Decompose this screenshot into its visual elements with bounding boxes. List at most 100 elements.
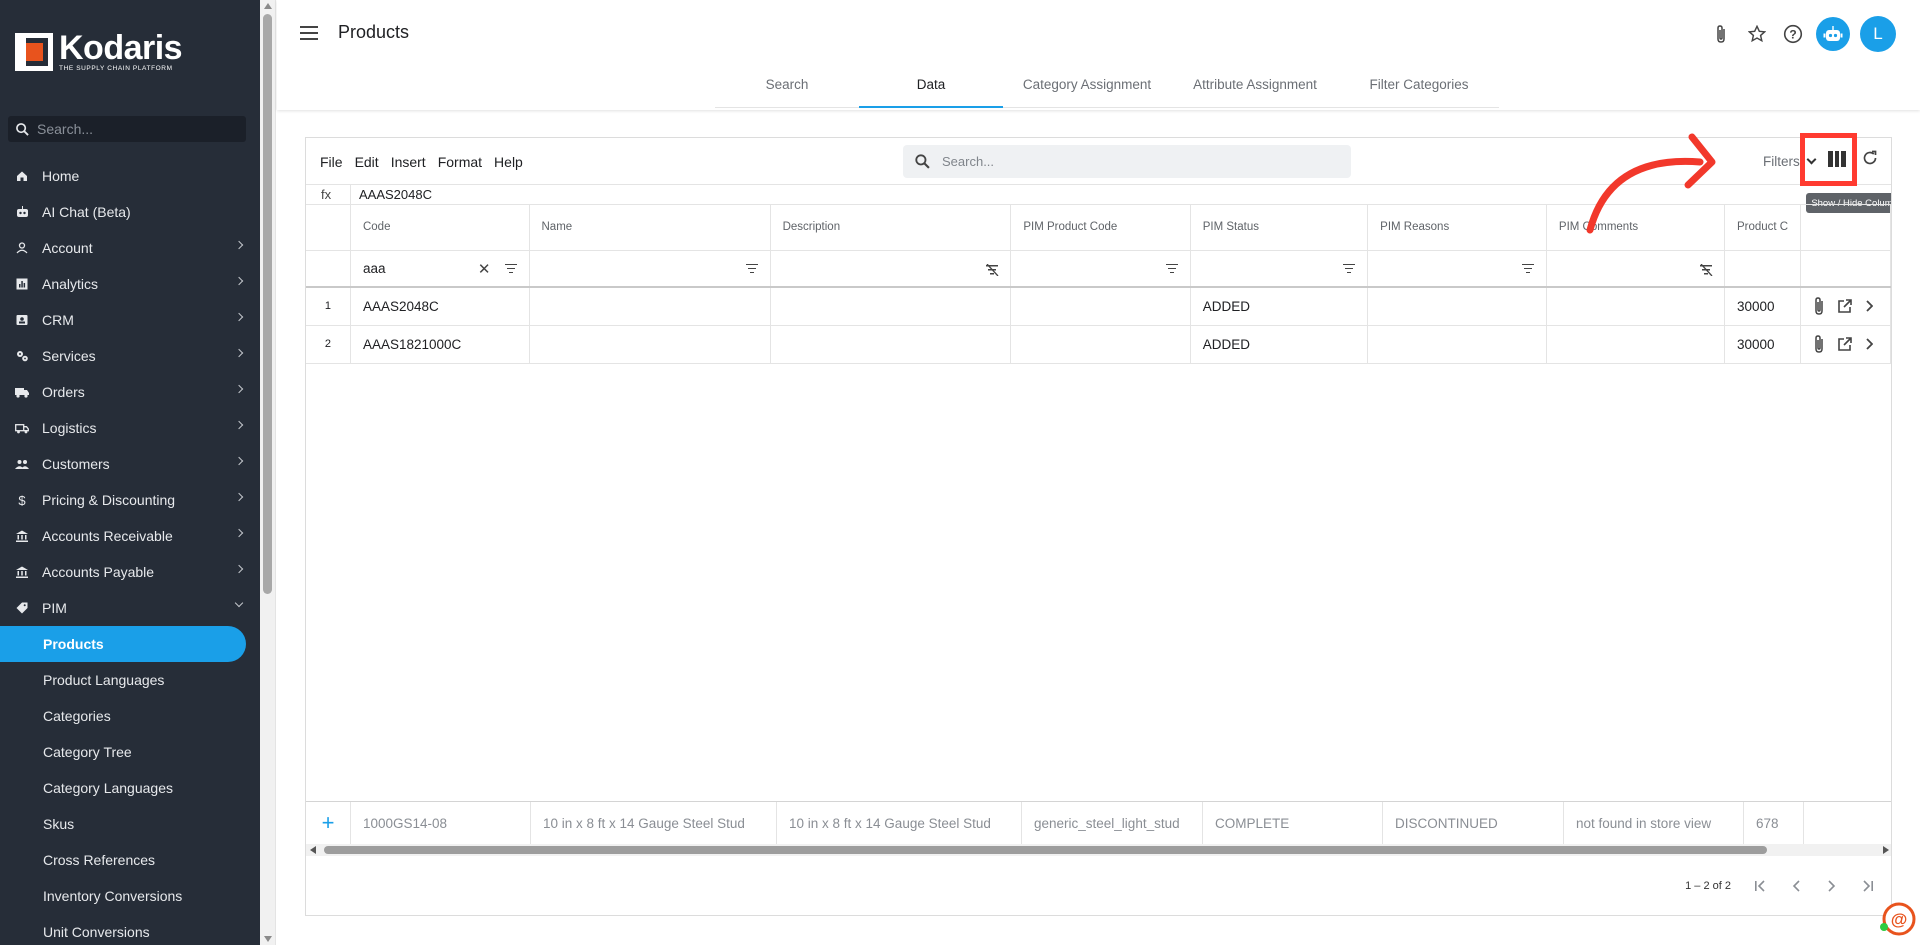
column-header-pim-reasons[interactable]: PIM Reasons	[1367, 205, 1547, 251]
column-header-name[interactable]: Name	[529, 205, 771, 251]
cell-pim-comments[interactable]	[1546, 325, 1725, 364]
chevron-right-icon[interactable]	[1865, 338, 1874, 350]
filter-icon[interactable]	[1521, 263, 1534, 274]
cell-pim-status[interactable]: ADDED	[1190, 287, 1369, 326]
cell-pim-status[interactable]: ADDED	[1190, 325, 1369, 364]
sidebar-scrollbar[interactable]	[260, 0, 276, 945]
formula-value[interactable]: AAAS2048C	[351, 187, 432, 202]
new-row-pim-reasons[interactable]: DISCONTINUED	[1383, 802, 1564, 844]
cell-code[interactable]: AAAS2048C	[350, 287, 530, 326]
open-external-icon[interactable]	[1837, 336, 1853, 352]
new-row-pim-product-code[interactable]: generic_steel_light_stud	[1022, 802, 1203, 844]
column-header-pim-product-code[interactable]: PIM Product Code	[1010, 205, 1191, 251]
sidebar-sub-unit-conversions[interactable]: Unit Conversions	[0, 914, 260, 945]
sidebar-sub-category-tree[interactable]: Category Tree	[0, 734, 260, 770]
filter-description[interactable]	[770, 250, 1012, 288]
column-header-code[interactable]: Code	[350, 205, 530, 251]
support-chat-icon[interactable]: @	[1878, 900, 1916, 938]
grid-horizontal-scrollbar[interactable]	[306, 844, 1891, 856]
menu-insert[interactable]: Insert	[391, 154, 426, 170]
sidebar-item-accounts-payable[interactable]: Accounts Payable	[0, 554, 260, 590]
filter-pim-reasons[interactable]	[1367, 250, 1547, 288]
column-header-description[interactable]: Description	[770, 205, 1012, 251]
new-row-pim-status[interactable]: COMPLETE	[1203, 802, 1383, 844]
sidebar-item-services[interactable]: Services	[0, 338, 260, 374]
filter-code-value[interactable]: aaa	[363, 261, 386, 276]
sidebar-item-account[interactable]: Account	[0, 230, 260, 266]
table-row[interactable]: 1 AAAS2048C ADDED 30000	[306, 287, 1891, 326]
scroll-down-arrow-icon[interactable]	[264, 936, 272, 942]
cell-name[interactable]	[529, 325, 771, 364]
menu-icon[interactable]	[300, 26, 318, 40]
filter-pim-product-code[interactable]	[1010, 250, 1191, 288]
chevron-right-icon[interactable]	[1865, 300, 1874, 312]
kodaris-logo[interactable]: Kodaris THE SUPPLY CHAIN PLATFORM	[15, 31, 183, 72]
cell-name[interactable]	[529, 287, 771, 326]
attachment-icon[interactable]	[1813, 296, 1825, 316]
cell-code[interactable]: AAAS1821000C	[350, 325, 530, 364]
cell-product[interactable]: 30000	[1724, 325, 1802, 364]
star-icon[interactable]	[1744, 21, 1770, 47]
add-row-button[interactable]: +	[306, 802, 351, 844]
grid-scroll-thumb[interactable]	[324, 846, 1767, 854]
cell-pim-reasons[interactable]	[1367, 325, 1547, 364]
filter-off-icon[interactable]	[986, 263, 999, 276]
sidebar-sub-inventory-conversions[interactable]: Inventory Conversions	[0, 878, 260, 914]
refresh-icon[interactable]	[1861, 149, 1879, 172]
sidebar-sub-products[interactable]: Products	[0, 626, 246, 662]
cell-pim-comments[interactable]	[1546, 287, 1725, 326]
menu-format[interactable]: Format	[438, 154, 482, 170]
sidebar-scroll-thumb[interactable]	[263, 14, 272, 594]
attachment-icon[interactable]	[1813, 334, 1825, 354]
sidebar-sub-categories[interactable]: Categories	[0, 698, 260, 734]
tab-category-assignment[interactable]: Category Assignment	[1003, 70, 1171, 108]
filter-code[interactable]: aaa ✕	[350, 250, 530, 288]
last-page-icon[interactable]	[1861, 879, 1875, 893]
menu-help[interactable]: Help	[494, 154, 523, 170]
filter-icon[interactable]	[1165, 263, 1178, 274]
next-page-icon[interactable]	[1825, 879, 1839, 893]
cell-product[interactable]: 30000	[1724, 287, 1802, 326]
grid-search-input[interactable]	[942, 154, 1322, 169]
new-row-description[interactable]: 10 in x 8 ft x 14 Gauge Steel Stud	[777, 802, 1022, 844]
filter-icon[interactable]	[745, 263, 758, 274]
sidebar-item-home[interactable]: Home	[0, 158, 260, 194]
filter-name[interactable]	[529, 250, 771, 288]
sidebar-sub-product-languages[interactable]: Product Languages	[0, 662, 260, 698]
cell-description[interactable]	[770, 287, 1012, 326]
filter-off-icon[interactable]	[1699, 263, 1713, 276]
tab-attribute-assignment[interactable]: Attribute Assignment	[1171, 70, 1339, 108]
menu-edit[interactable]: Edit	[355, 154, 379, 170]
column-header-pim-status[interactable]: PIM Status	[1190, 205, 1369, 251]
sidebar-item-crm[interactable]: CRM	[0, 302, 260, 338]
new-row-name[interactable]: 10 in x 8 ft x 14 Gauge Steel Stud	[531, 802, 777, 844]
cell-pim-product-code[interactable]	[1010, 287, 1191, 326]
sidebar-item-pricing[interactable]: $ Pricing & Discounting	[0, 482, 260, 518]
sidebar-sub-category-languages[interactable]: Category Languages	[0, 770, 260, 806]
sidebar-item-customers[interactable]: Customers	[0, 446, 260, 482]
grid-search[interactable]	[903, 145, 1351, 178]
scroll-left-arrow-icon[interactable]	[310, 846, 316, 854]
previous-page-icon[interactable]	[1789, 879, 1803, 893]
sidebar-sub-skus[interactable]: Skus	[0, 806, 260, 842]
first-page-icon[interactable]	[1753, 879, 1767, 893]
filter-icon[interactable]	[1343, 263, 1356, 274]
column-header-product[interactable]: Product C	[1724, 205, 1802, 251]
new-row-code[interactable]: 1000GS14-08	[351, 802, 531, 844]
tab-filter-categories[interactable]: Filter Categories	[1339, 70, 1499, 108]
cell-pim-reasons[interactable]	[1367, 287, 1547, 326]
sidebar-search[interactable]	[8, 116, 246, 142]
sidebar-item-ai-chat[interactable]: AI Chat (Beta)	[0, 194, 260, 230]
help-icon[interactable]: ?	[1780, 21, 1806, 47]
sidebar-item-analytics[interactable]: Analytics	[0, 266, 260, 302]
sidebar-item-orders[interactable]: Orders	[0, 374, 260, 410]
menu-file[interactable]: File	[320, 154, 343, 170]
cell-description[interactable]	[770, 325, 1012, 364]
filter-icon[interactable]	[504, 263, 517, 274]
sidebar-search-input[interactable]	[37, 121, 227, 137]
scroll-up-arrow-icon[interactable]	[264, 3, 272, 9]
sidebar-item-accounts-receivable[interactable]: Accounts Receivable	[0, 518, 260, 554]
avatar[interactable]: L	[1860, 16, 1896, 52]
attachment-icon[interactable]	[1708, 21, 1734, 47]
tab-data[interactable]: Data	[859, 70, 1003, 108]
